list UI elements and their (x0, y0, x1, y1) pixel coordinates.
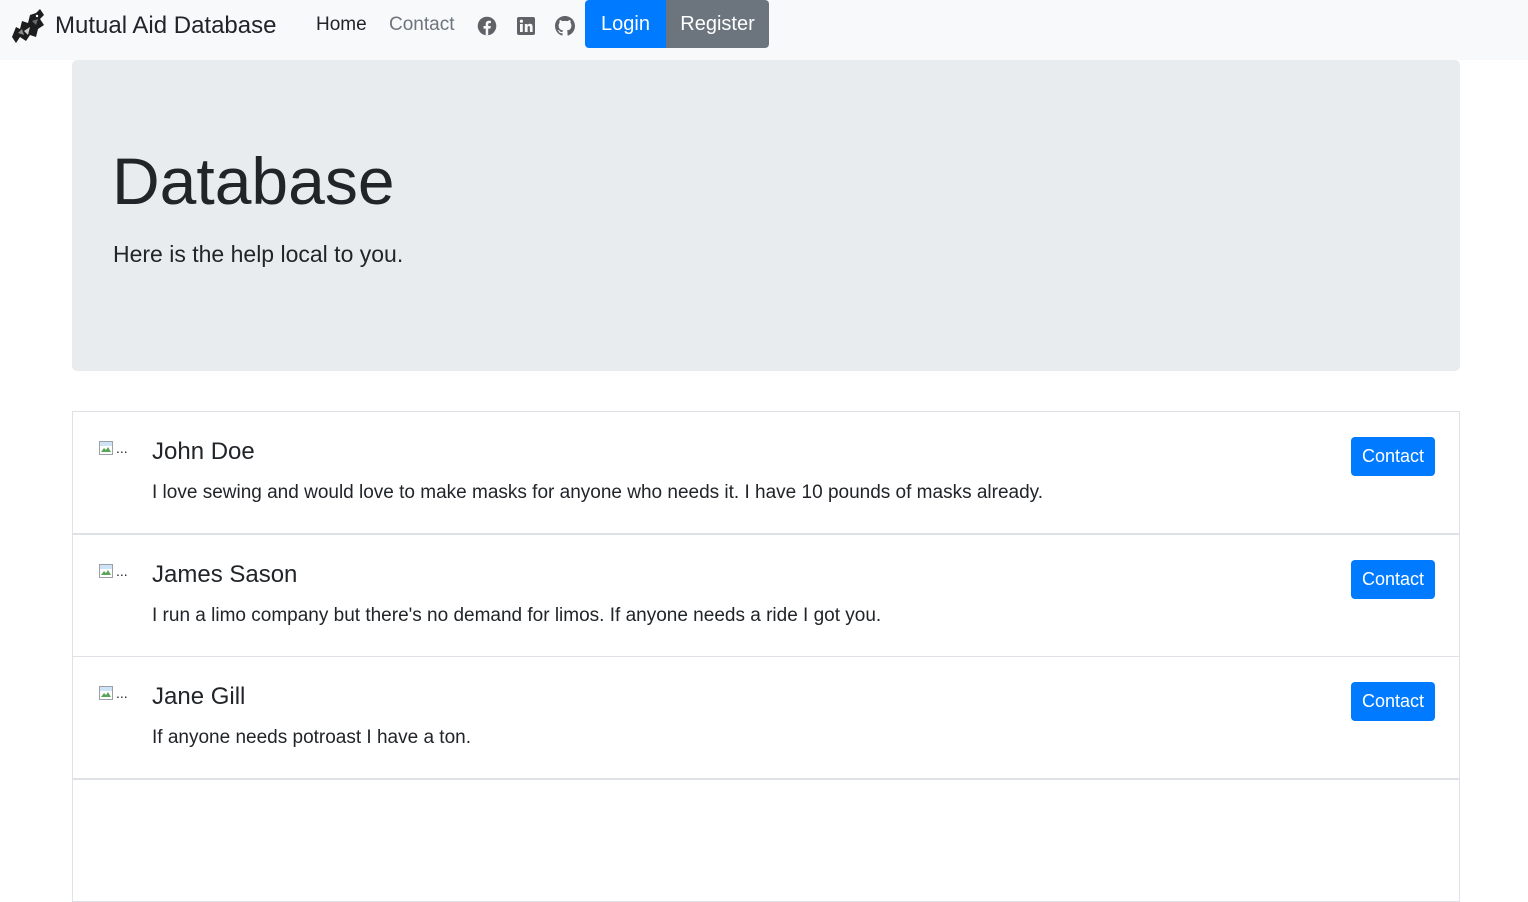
broken-image-icon (99, 564, 113, 578)
list-item: ... Jane Gill If anyone needs potroast I… (72, 656, 1460, 779)
listing-name: James Sason (152, 561, 298, 588)
register-button[interactable]: Register (666, 0, 769, 48)
raven-logo-icon (10, 7, 48, 45)
linkedin-icon[interactable] (516, 16, 536, 36)
avatar: ... (99, 683, 133, 703)
broken-image-icon (99, 441, 113, 455)
listing-name: John Doe (152, 438, 255, 465)
contact-button[interactable]: Contact (1351, 560, 1435, 599)
listing-name: Jane Gill (152, 683, 246, 710)
list-item: ... John Doe I love sewing and would lov… (72, 411, 1460, 534)
login-button[interactable]: Login (585, 0, 666, 48)
listing-description: If anyone needs potroast I have a ton. (152, 727, 472, 748)
navbar: Mutual Aid Database Home Contact Login R… (0, 0, 1528, 60)
navbar-brand[interactable]: Mutual Aid Database (10, 6, 276, 46)
jumbotron: Database Here is the help local to you. (72, 60, 1460, 371)
broken-image-icon (99, 686, 113, 700)
nav-home-link[interactable]: Home (316, 14, 367, 36)
nav-contact-link[interactable]: Contact (389, 14, 454, 36)
listing-list: ... John Doe I love sewing and would lov… (72, 411, 1460, 902)
contact-button[interactable]: Contact (1351, 437, 1435, 476)
avatar-alt-text: ... (116, 685, 128, 701)
listing-description: I love sewing and would love to make mas… (152, 482, 1044, 503)
avatar: ... (99, 561, 133, 581)
contact-button[interactable]: Contact (1351, 682, 1435, 721)
list-item (72, 779, 1460, 902)
avatar: ... (99, 438, 133, 458)
facebook-icon[interactable] (477, 16, 497, 36)
avatar-alt-text: ... (116, 440, 128, 456)
page-title: Database (112, 144, 395, 218)
list-item: ... James Sason I run a limo company but… (72, 534, 1460, 657)
listing-description: I run a limo company but there's no dema… (152, 605, 882, 626)
page-lead: Here is the help local to you. (113, 241, 404, 267)
avatar-alt-text: ... (116, 563, 128, 579)
github-icon[interactable] (555, 16, 575, 36)
brand-title: Mutual Aid Database (55, 12, 277, 39)
